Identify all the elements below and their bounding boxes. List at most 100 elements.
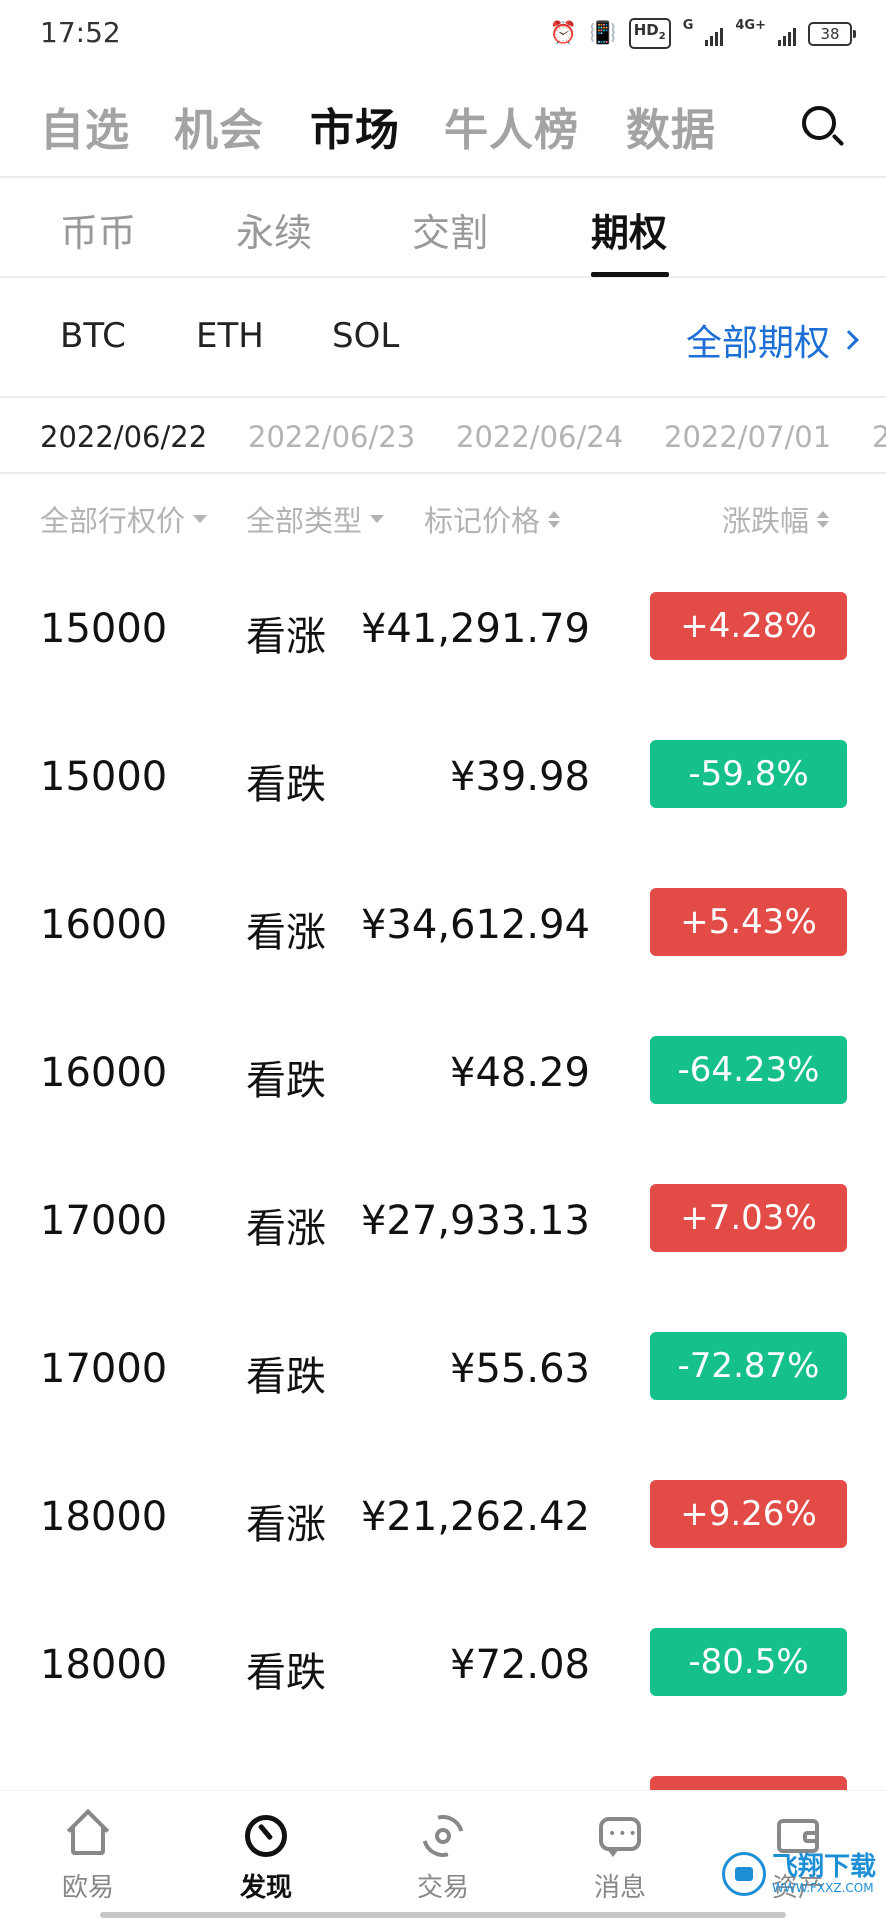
coin-sol[interactable]: SOL [332,316,399,356]
status-bar: 17:52 ⏰ 📳 HD2 G 4G+ 38 [0,0,886,70]
table-row[interactable]: 15000 看涨 ¥41,291.79 +4.28% [0,556,886,704]
table-row[interactable]: 17000 看涨 ¥27,933.13 +7.03% [0,1148,886,1296]
table-row[interactable]: 18000 看涨 ¥21,262.42 +9.26% [0,1444,886,1592]
battery-icon: 38 [808,21,856,46]
chevron-right-icon [839,330,859,350]
option-type: 看跌 [246,1650,326,1696]
table-row[interactable]: 18000 看跌 ¥72.08 -80.5% [0,1592,886,1740]
strike-price: 18000 [40,1642,168,1688]
mark-price: ¥34,612.94 [360,902,590,948]
change-sort[interactable]: 涨跌幅 [722,498,830,540]
strike-price: 17000 [40,1346,168,1392]
change-badge: -80.5% [650,1628,847,1696]
date-tab[interactable]: 2 [872,420,886,454]
coin-filter: BTC ETH SOL 全部期权 [0,278,886,398]
mark-price: ¥72.08 [450,1642,590,1688]
nav-trade[interactable]: 交易 [383,1807,503,1904]
tab-perpetual[interactable]: 永续 [236,202,312,257]
caret-down-icon [193,515,208,523]
signal-icon-2 [778,22,796,46]
strike-price: 16000 [40,902,168,948]
4g-network-label: 4G+ [735,18,766,33]
change-badge: -72.87% [650,1332,847,1400]
tab-watchlist[interactable]: 自选 [40,94,130,158]
tab-data[interactable]: 数据 [626,94,716,158]
strike-price: 15000 [40,606,168,652]
discover-icon [241,1811,291,1861]
coin-eth[interactable]: ETH [196,316,264,356]
search-icon[interactable] [798,102,846,150]
change-badge: -59.8% [650,740,847,808]
column-headers: 全部行权价 全部类型 标记价格 涨跌幅 [0,476,886,556]
change-badge: +9.26% [650,1480,847,1548]
g-network-label: G [682,18,694,33]
strike-price: 16000 [40,1050,168,1096]
mark-price: ¥48.29 [450,1050,590,1096]
all-options-link[interactable]: 全部期权 [685,314,859,366]
home-icon [63,1808,113,1861]
hd-icon: HD2 [628,18,671,49]
expiry-date-tabs: 2022/06/22 2022/06/23 2022/06/24 2022/07… [0,398,886,474]
vibrate-icon: 📳 [589,20,617,46]
trade-icon [414,1807,472,1865]
option-type: 看跌 [246,1058,326,1104]
watermark-main: 飞翔下载 [771,1852,876,1882]
date-tab[interactable]: 2022/07/01 [664,420,831,454]
strike-price: 15000 [40,754,168,800]
caret-down-icon [370,515,385,523]
active-tab-underline [591,272,669,277]
option-type: 看涨 [246,614,326,660]
mark-price: ¥27,933.13 [360,1198,590,1244]
option-type: 看涨 [246,910,326,956]
home-indicator [100,1912,786,1918]
alarm-icon: ⏰ [549,20,578,46]
all-options-label: 全部期权 [685,323,830,364]
nav-discover[interactable]: 发现 [206,1811,326,1904]
change-badge: +5.43% [650,888,847,956]
change-badge: +4.28% [650,592,847,660]
table-row[interactable]: 16000 看涨 ¥34,612.94 +5.43% [0,852,886,1000]
tab-leaderboard[interactable]: 牛人榜 [444,94,579,158]
market-type-tabs: 币币 永续 交割 期权 [0,178,886,278]
option-type: 看跌 [246,1354,326,1400]
change-badge [650,1776,847,1790]
message-icon: ••• [595,1811,645,1861]
nav-home[interactable]: 欧易 [28,1808,148,1904]
status-time: 17:52 [40,16,121,49]
tab-futures[interactable]: 交割 [412,202,488,257]
option-type: 看涨 [246,1206,326,1252]
strike-filter[interactable]: 全部行权价 [40,498,208,540]
nav-messages[interactable]: ••• 消息 [560,1811,680,1904]
mark-price: ¥39.98 [450,754,590,800]
options-list: 15000 看涨 ¥41,291.79 +4.28% 15000 看跌 ¥39.… [0,556,886,1790]
date-tab[interactable]: 2022/06/22 [40,420,207,454]
type-filter[interactable]: 全部类型 [246,498,385,540]
date-tab[interactable]: 2022/06/24 [456,420,623,454]
watermark-logo-icon [721,1852,766,1896]
mark-price: ¥21,262.42 [360,1494,590,1540]
sort-icon [548,510,561,528]
mark-price-sort[interactable]: 标记价格 [424,498,561,540]
mark-price: ¥55.63 [450,1346,590,1392]
top-nav: 自选 机会 市场 牛人榜 数据 [0,70,886,178]
tab-opportunities[interactable]: 机会 [174,94,264,158]
table-row[interactable]: 15000 看跌 ¥39.98 -59.8% [0,704,886,852]
strike-price: 17000 [40,1198,168,1244]
coin-btc[interactable]: BTC [60,316,126,356]
watermark-sub: WWW.FXXZ.COM [771,1881,874,1895]
date-tab[interactable]: 2022/06/23 [248,420,415,454]
tab-spot[interactable]: 币币 [60,202,136,257]
mark-price: ¥41,291.79 [360,606,590,652]
table-row[interactable] [0,1740,886,1790]
tab-options[interactable]: 期权 [591,202,667,257]
watermark: 飞翔下载 WWW.FXXZ.COM [721,1852,876,1896]
sort-icon [817,510,830,528]
option-type: 看跌 [246,762,326,808]
change-badge: +7.03% [650,1184,847,1252]
strike-price: 18000 [40,1494,168,1540]
status-icons: ⏰ 📳 HD2 G 4G+ 38 [549,18,856,49]
table-row[interactable]: 17000 看跌 ¥55.63 -72.87% [0,1296,886,1444]
table-row[interactable]: 16000 看跌 ¥48.29 -64.23% [0,1000,886,1148]
change-badge: -64.23% [650,1036,847,1104]
tab-market[interactable]: 市场 [310,94,400,158]
